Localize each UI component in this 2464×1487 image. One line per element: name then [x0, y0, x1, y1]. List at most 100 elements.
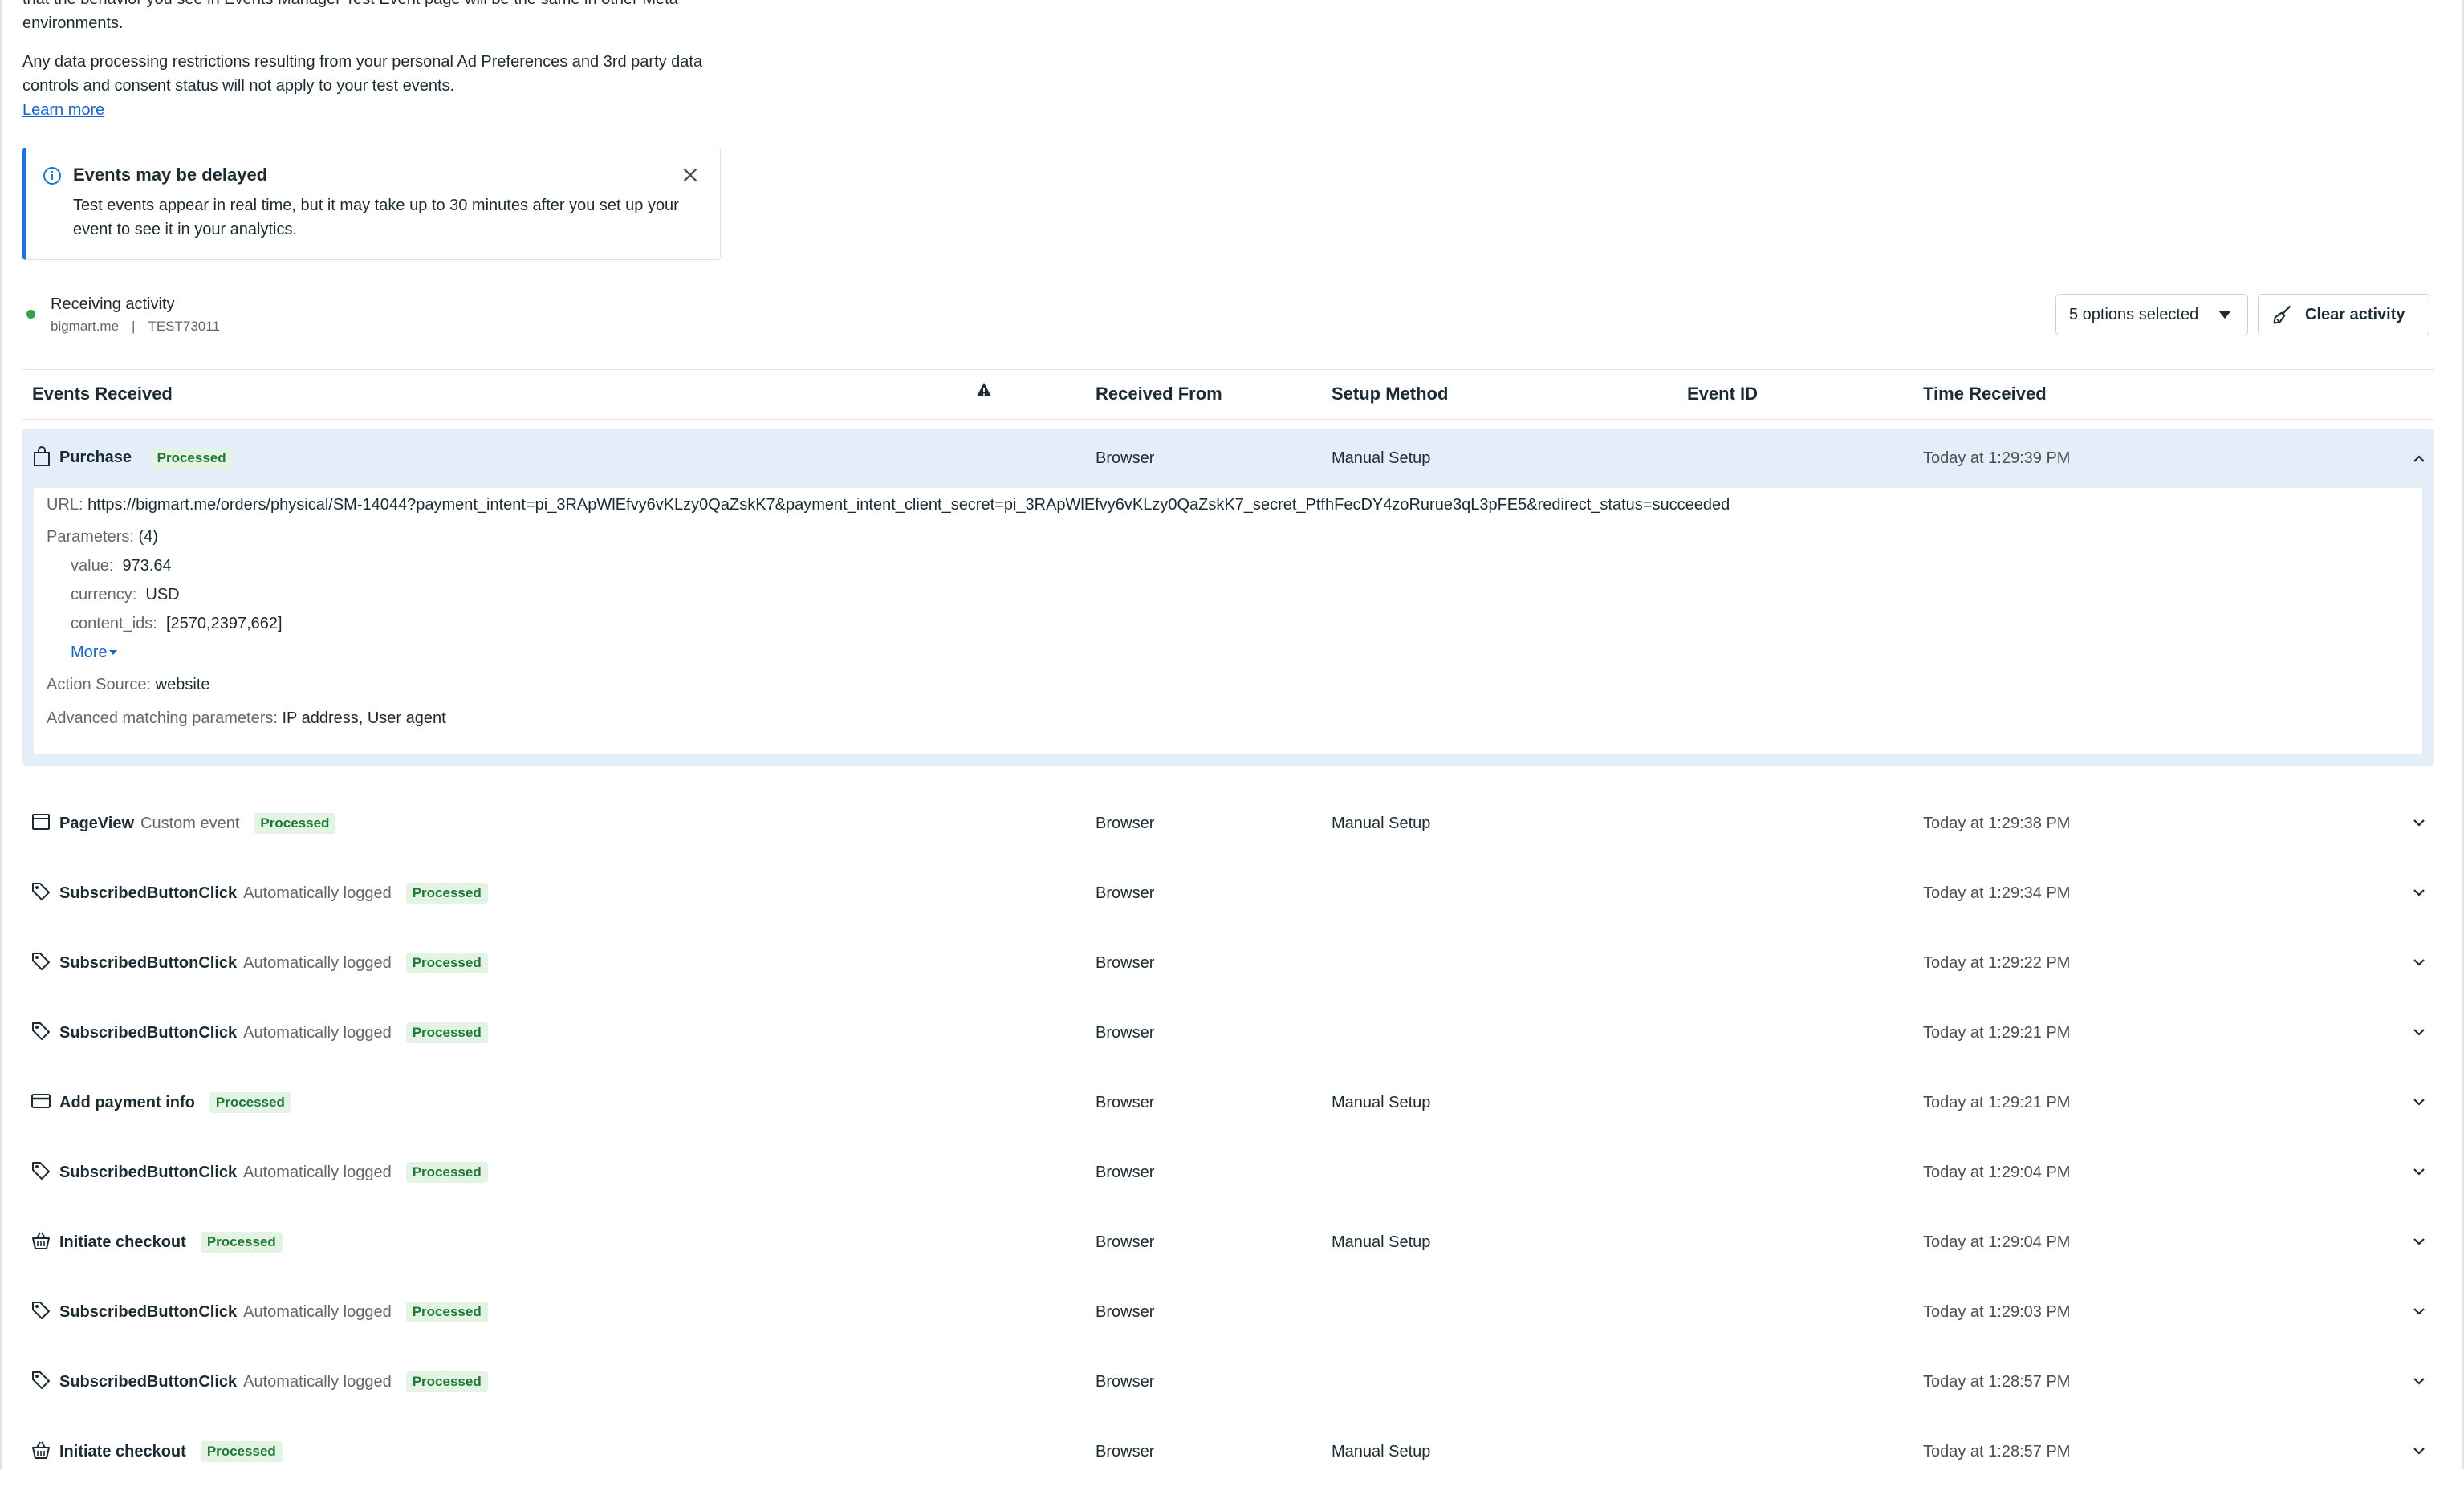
chevron-down-icon[interactable] — [2411, 1164, 2427, 1180]
header-received-from[interactable]: Received From — [1096, 384, 1222, 404]
tag-icon — [32, 953, 50, 970]
time-received-cell: Today at 1:29:38 PM — [1923, 815, 2071, 832]
chevron-down-icon[interactable] — [2411, 884, 2427, 900]
received-from-cell: Browser — [1096, 1094, 1155, 1111]
more-parameters-link[interactable]: More — [71, 644, 119, 662]
event-details-panel: URL: https://bigmart.me/orders/physical/… — [34, 488, 2422, 754]
chevron-down-icon[interactable] — [2411, 1094, 2427, 1110]
broom-icon — [2273, 305, 2291, 324]
action-source-label: Action Source: — [47, 676, 152, 693]
status-code: TEST73011 — [148, 319, 220, 334]
setup-method-cell: Manual Setup — [1332, 1233, 1431, 1251]
event-name-cell: SubscribedButtonClick Automatically logge… — [59, 1162, 488, 1183]
caret-down-icon — [108, 650, 117, 655]
table-row[interactable]: SubscribedButtonClick Automatically logge… — [22, 859, 2434, 928]
param-value: USD — [145, 586, 180, 603]
event-kind: Automatically logged — [243, 1303, 392, 1321]
param-value: 973.64 — [122, 557, 172, 575]
received-from-cell: Browser — [1096, 815, 1155, 832]
status-separator: | — [132, 319, 136, 334]
browser-window-icon — [32, 814, 50, 830]
chevron-down-icon[interactable] — [2411, 1024, 2427, 1040]
chevron-down-icon[interactable] — [2411, 1303, 2427, 1319]
setup-method-cell: Manual Setup — [1332, 1094, 1431, 1111]
chevron-down-icon[interactable] — [2411, 1373, 2427, 1389]
event-name-cell: SubscribedButtonClick Automatically logge… — [59, 883, 488, 904]
event-kind: Custom event — [140, 815, 240, 832]
header-time-received[interactable]: Time Received — [1923, 384, 2047, 404]
event-kind: Automatically logged — [243, 1373, 392, 1391]
event-name-cell: Initiate checkout Processed — [59, 1441, 283, 1462]
time-received-cell: Today at 1:29:03 PM — [1923, 1303, 2071, 1321]
event-name: SubscribedButtonClick — [59, 1024, 238, 1042]
event-name-cell: SubscribedButtonClick Automatically logge… — [59, 953, 488, 973]
table-header-bottom-divider — [22, 419, 2434, 420]
event-name-cell: SubscribedButtonClick Automatically logge… — [59, 1022, 488, 1043]
chevron-down-icon[interactable] — [2411, 1443, 2427, 1459]
event-kind: Automatically logged — [243, 884, 392, 902]
notice-body: Test events appear in real time, but it … — [73, 197, 679, 238]
table-row[interactable]: SubscribedButtonClick Automatically logge… — [22, 1138, 2434, 1208]
status-dot — [26, 310, 35, 319]
status-badge: Processed — [405, 953, 488, 973]
header-events-received[interactable]: Events Received — [32, 384, 173, 404]
learn-more-link[interactable]: Learn more — [22, 101, 104, 119]
event-name: PageView — [59, 815, 135, 832]
table-row[interactable]: Initiate checkout Processed Browser Manual … — [22, 1417, 2434, 1487]
event-name-cell: Initiate checkout Processed — [59, 1232, 283, 1253]
table-row[interactable]: SubscribedButtonClick Automatically logge… — [22, 1278, 2434, 1347]
close-icon[interactable] — [680, 165, 701, 185]
advanced-matching-line: Advanced matching parameters: IP address… — [47, 709, 446, 728]
param-key: content_ids: — [71, 615, 157, 632]
event-name: Add payment info — [59, 1094, 195, 1111]
event-name-cell: Add payment info Processed — [59, 1092, 291, 1113]
event-name-cell: PageView Custom event Processed — [59, 813, 336, 834]
table-row[interactable]: SubscribedButtonClick Automatically logge… — [22, 1347, 2434, 1417]
delay-notice: Events may be delayed Test events appear… — [22, 148, 721, 260]
table-row[interactable]: Add payment info Processed Browser Manual S… — [22, 1068, 2434, 1138]
status-badge: Processed — [254, 813, 336, 834]
time-received-cell: Today at 1:29:04 PM — [1923, 1164, 2071, 1181]
intro-partial-line-2: environments. — [22, 14, 124, 32]
chevron-down-icon[interactable] — [2411, 1233, 2427, 1249]
setup-method-cell: Manual Setup — [1332, 815, 1431, 832]
status-title: Receiving activity — [51, 295, 175, 313]
action-source-value: website — [155, 676, 210, 693]
chevron-down-icon[interactable] — [2411, 815, 2427, 831]
header-event-id[interactable]: Event ID — [1687, 384, 1758, 404]
clear-activity-button[interactable]: Clear activity — [2258, 294, 2429, 335]
expanded-received-from: Browser — [1096, 449, 1155, 467]
table-row[interactable]: Initiate checkout Processed Browser Manual … — [22, 1208, 2434, 1278]
event-filter-dropdown[interactable]: 5 options selected — [2055, 294, 2248, 335]
received-from-cell: Browser — [1096, 1303, 1155, 1321]
tag-icon — [32, 1162, 50, 1180]
received-from-cell: Browser — [1096, 1373, 1155, 1391]
status-subtitle: bigmart.me | TEST73011 — [51, 319, 220, 335]
intro-paragraph: Any data processing restrictions resulti… — [22, 53, 703, 95]
chevron-down-icon[interactable] — [2411, 954, 2427, 970]
event-name: Initiate checkout — [59, 1443, 186, 1461]
status-badge: Processed — [405, 1302, 488, 1322]
table-row[interactable]: SubscribedButtonClick Automatically logge… — [22, 998, 2434, 1068]
table-row[interactable]: PageView Custom event Processed Browser Manu… — [22, 789, 2434, 859]
url-value: https://bigmart.me/orders/physical/SM-14… — [87, 496, 1730, 514]
param-row: currency: USD — [71, 586, 180, 604]
received-from-cell: Browser — [1096, 884, 1155, 902]
header-setup-method[interactable]: Setup Method — [1332, 384, 1448, 404]
event-name: Initiate checkout — [59, 1233, 186, 1251]
expanded-event-row[interactable]: Purchase Processed Browser Manual Setup … — [22, 429, 2434, 766]
param-row: content_ids: [2570,2397,662] — [71, 615, 283, 633]
warning-icon[interactable] — [976, 382, 992, 398]
expanded-time-received: Today at 1:29:39 PM — [1923, 449, 2071, 467]
table-row[interactable]: SubscribedButtonClick Automatically logge… — [22, 928, 2434, 998]
shopping-bag-icon — [34, 446, 50, 466]
status-badge: Processed — [209, 1092, 291, 1113]
received-from-cell: Browser — [1096, 954, 1155, 972]
event-filter-label: 5 options selected — [2069, 305, 2199, 323]
status-badge: Processed — [150, 448, 233, 469]
parameters-label: Parameters: — [47, 528, 134, 546]
advanced-matching-value: IP address, User agent — [282, 709, 446, 727]
received-from-cell: Browser — [1096, 1164, 1155, 1181]
parameters-count: (4) — [138, 528, 158, 546]
chevron-up-icon[interactable] — [2411, 451, 2427, 467]
